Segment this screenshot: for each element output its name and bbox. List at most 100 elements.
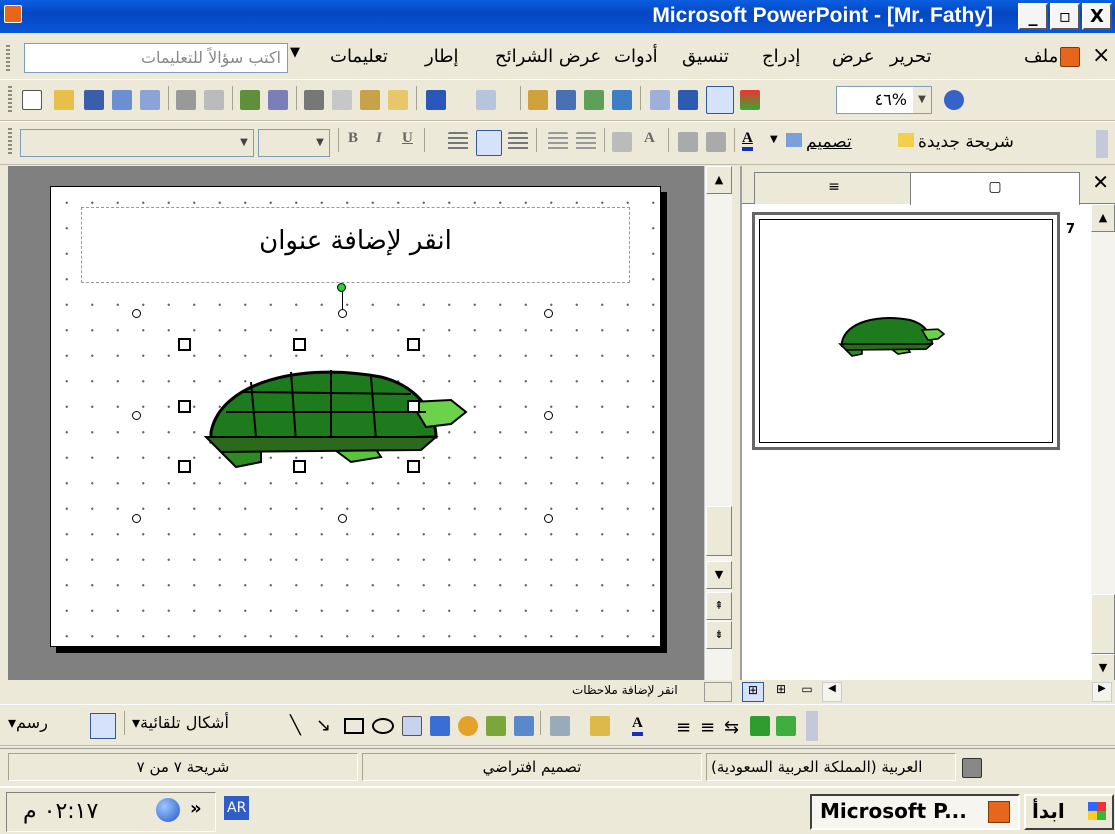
slide-editor[interactable]: انقر لإضافة عنوان: [8, 166, 704, 680]
spelling-status-icon[interactable]: [962, 758, 982, 778]
underline-icon[interactable]: U: [402, 130, 413, 147]
scroll-down-icon[interactable]: ▼: [706, 561, 732, 589]
resize-handle[interactable]: [293, 338, 306, 351]
powerpoint-icon[interactable]: [4, 5, 22, 23]
notes-splitter[interactable]: [704, 682, 732, 702]
resize-handle[interactable]: [407, 338, 420, 351]
network-icon[interactable]: [156, 798, 180, 822]
bullets-icon[interactable]: [576, 132, 596, 152]
normal-view-icon[interactable]: ⊞: [742, 682, 764, 702]
color-grayscale-icon[interactable]: [740, 90, 760, 110]
increase-indent-icon[interactable]: [706, 132, 726, 152]
bold-icon[interactable]: B: [348, 130, 358, 147]
pane-scrollbar[interactable]: ▲ ▼: [1091, 204, 1115, 682]
arrow-icon[interactable]: ↘: [316, 715, 331, 736]
permission-icon[interactable]: [112, 90, 132, 110]
save-icon[interactable]: [84, 90, 104, 110]
slide-thumbnail[interactable]: [752, 212, 1060, 450]
resize-handle[interactable]: [178, 460, 191, 473]
tab-slides[interactable]: ▢: [910, 172, 1080, 205]
fill-color-icon[interactable]: [550, 716, 570, 736]
ask-question-input[interactable]: اكتب سؤالاً للتعليمات: [24, 43, 288, 73]
font-color-icon[interactable]: A: [632, 715, 643, 736]
resize-handle[interactable]: [407, 460, 420, 473]
group-handle[interactable]: [338, 309, 347, 318]
group-handle[interactable]: [544, 411, 553, 420]
chevron-down-icon[interactable]: ▼: [311, 130, 329, 156]
draw-menu[interactable]: ▾رسم: [8, 713, 48, 732]
print-preview-icon[interactable]: [204, 90, 224, 110]
show-more-icon[interactable]: »: [190, 798, 202, 819]
font-size-select[interactable]: ▼: [258, 129, 330, 157]
group-handle[interactable]: [544, 309, 553, 318]
select-objects-icon[interactable]: [90, 713, 116, 739]
slide-canvas[interactable]: انقر لإضافة عنوان: [50, 186, 661, 647]
hyperlink-icon[interactable]: [612, 90, 632, 110]
autoshapes-menu[interactable]: ▾أشكال تلقائية: [132, 713, 229, 732]
design-button[interactable]: تصميم: [786, 132, 852, 152]
paste-icon[interactable]: [360, 90, 380, 110]
resize-handle[interactable]: [178, 338, 191, 351]
close-pane-button[interactable]: ✕: [1092, 170, 1109, 194]
toolbar-grip[interactable]: [8, 128, 12, 154]
menu-slideshow[interactable]: عرض الشرائح: [495, 46, 601, 67]
menu-format[interactable]: تنسيق: [682, 46, 729, 67]
next-slide-icon[interactable]: ⇟: [706, 621, 732, 649]
menu-view[interactable]: عرض: [832, 46, 874, 67]
dash-style-icon[interactable]: ≡: [700, 717, 715, 738]
research-icon[interactable]: [268, 90, 288, 110]
group-handle[interactable]: [338, 514, 347, 523]
font-name-select[interactable]: ▼: [20, 129, 254, 157]
undo-icon[interactable]: [426, 90, 446, 110]
increase-font-icon[interactable]: A: [644, 130, 655, 147]
menu-window[interactable]: إطار: [425, 46, 459, 67]
scroll-right-icon[interactable]: ▶: [1092, 682, 1112, 702]
rectangle-icon[interactable]: [344, 718, 364, 734]
diagram-icon[interactable]: [458, 716, 478, 736]
align-left-icon[interactable]: [448, 132, 468, 152]
chevron-down-icon[interactable]: ▼: [913, 87, 931, 113]
previous-slide-icon[interactable]: ⇞: [706, 592, 732, 620]
align-right-icon[interactable]: [508, 132, 528, 152]
font-color-icon[interactable]: A: [742, 130, 753, 151]
menu-file[interactable]: ملف: [1024, 46, 1058, 67]
clock[interactable]: ٠٢:١٧ م: [23, 799, 98, 824]
scroll-thumb[interactable]: [1091, 594, 1115, 654]
scroll-up-icon[interactable]: ▲: [706, 166, 732, 194]
italic-icon[interactable]: I: [376, 130, 382, 147]
chart-icon[interactable]: [528, 90, 548, 110]
format-painter-icon[interactable]: [388, 90, 408, 110]
chevron-down-icon[interactable]: ▼: [235, 130, 253, 156]
start-button[interactable]: ابدأ: [1024, 794, 1114, 830]
scroll-left-icon[interactable]: ◀: [822, 682, 842, 702]
taskbar-powerpoint-button[interactable]: Microsoft P...: [810, 794, 1020, 830]
slideshow-icon[interactable]: ▭: [796, 682, 818, 702]
redo-icon[interactable]: [476, 90, 496, 110]
minimize-button[interactable]: _: [1018, 3, 1048, 30]
scroll-thumb[interactable]: [706, 506, 732, 556]
new-slide-button[interactable]: شريحة جديدة: [898, 132, 1014, 152]
grid-icon[interactable]: [706, 86, 734, 114]
line-style-icon[interactable]: ≡: [676, 717, 691, 738]
expand-all-icon[interactable]: [650, 90, 670, 110]
shadow-icon[interactable]: [750, 716, 770, 736]
rotation-handle[interactable]: [337, 283, 346, 292]
show-formatting-icon[interactable]: [678, 90, 698, 110]
numbering-icon[interactable]: [548, 132, 568, 152]
menu-edit[interactable]: تحرير: [890, 46, 932, 67]
menu-insert[interactable]: إدراج: [762, 46, 800, 67]
tab-outline[interactable]: ≡: [754, 172, 914, 204]
menu-help[interactable]: تعليمات: [330, 46, 388, 67]
arrow-style-icon[interactable]: ⇆: [724, 717, 739, 738]
notes-placeholder[interactable]: انقر لإضافة ملاحظات: [572, 683, 678, 697]
document-icon[interactable]: [1060, 47, 1080, 67]
decrease-indent-icon[interactable]: [678, 132, 698, 152]
print-icon[interactable]: [176, 90, 196, 110]
chevron-down-icon[interactable]: ▼: [770, 134, 778, 145]
resize-handle[interactable]: [407, 400, 420, 413]
slide-scrollbar[interactable]: ▲ ▼ ⇞ ⇟: [704, 166, 732, 680]
open-icon[interactable]: [54, 90, 74, 110]
table-icon[interactable]: [556, 90, 576, 110]
chevron-down-icon[interactable]: ▼: [290, 45, 300, 60]
3d-icon[interactable]: [776, 716, 796, 736]
